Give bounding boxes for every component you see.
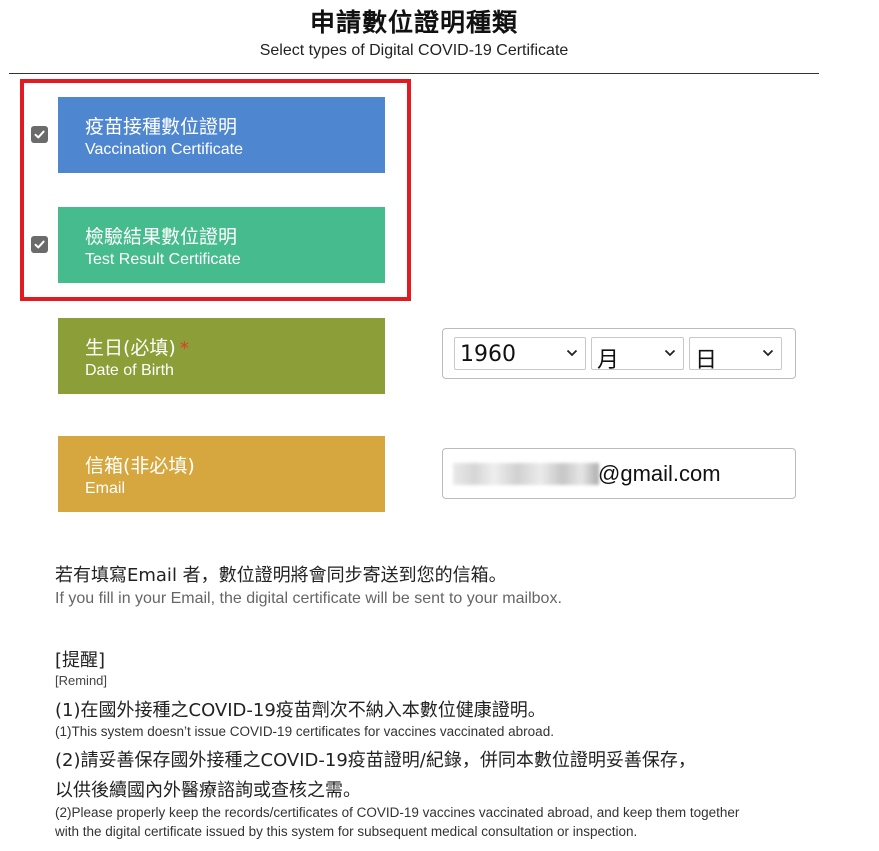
year-select[interactable]: 1960: [454, 337, 586, 370]
day-value: 日: [695, 348, 718, 373]
email-label-zh: 信箱(非必填): [85, 455, 195, 477]
checkmark-icon: [34, 130, 45, 139]
chevron-down-icon: [664, 349, 676, 357]
email-label-card: 信箱(非必填) Email: [58, 436, 385, 512]
remind-item-2-zh-line1: (2)請妥善保存國外接種之COVID-19疫苗證明/紀錄，併同本數位證明妥善保存…: [55, 750, 696, 771]
page-title: 申請數位證明種類: [309, 8, 518, 37]
month-select[interactable]: 月: [591, 337, 684, 373]
chevron-down-icon: [762, 349, 774, 357]
remind-item-2-en-line1: (2)Please properly keep the records/cert…: [55, 805, 740, 820]
vaccination-checkbox[interactable]: [31, 126, 48, 143]
dob-label-zh: 生日(必填): [85, 337, 176, 359]
checkmark-icon: [34, 240, 45, 249]
required-mark: *: [179, 338, 189, 359]
year-value: 1960: [460, 342, 516, 367]
email-input[interactable]: @gmail.com: [442, 448, 796, 499]
email-label-en: Email: [85, 480, 126, 497]
remind-item-1-zh: (1)在國外接種之COVID-19疫苗劑次不納入本數位健康證明。: [55, 700, 546, 721]
test-result-label-en: Test Result Certificate: [85, 251, 241, 268]
remind-item-2-en-line2: with the digital certificate issued by t…: [55, 824, 638, 839]
remind-item-2-zh-line2: 以供後續國內外醫療諮詢或查核之需。: [55, 780, 361, 801]
test-result-checkbox[interactable]: [31, 236, 48, 253]
dob-label-card: 生日(必填) * Date of Birth: [58, 318, 385, 394]
remind-heading-zh: [提醒]: [55, 650, 106, 671]
email-notice-en: If you fill in your Email, the digital c…: [55, 590, 562, 607]
dob-field-group: 1960 月 日: [442, 328, 796, 379]
test-result-label-zh: 檢驗結果數位證明: [85, 226, 238, 248]
dob-label-en: Date of Birth: [85, 362, 174, 379]
vaccination-certificate-card[interactable]: 疫苗接種數位證明 Vaccination Certificate: [58, 97, 385, 173]
month-value: 月: [597, 348, 620, 373]
remind-item-1-en: (1)This system doesn’t issue COVID-19 ce…: [55, 724, 554, 739]
test-result-certificate-card[interactable]: 檢驗結果數位證明 Test Result Certificate: [58, 207, 385, 283]
blurred-email-username: [453, 463, 599, 485]
vaccination-label-en: Vaccination Certificate: [85, 141, 243, 158]
day-select[interactable]: 日: [689, 337, 782, 373]
page-subtitle: Select types of Digital COVID-19 Certifi…: [259, 42, 569, 59]
header-divider: [9, 73, 819, 74]
chevron-down-icon: [566, 349, 578, 357]
vaccination-label-zh: 疫苗接種數位證明: [85, 116, 238, 138]
email-notice-zh: 若有填寫Email 者，數位證明將會同步寄送到您的信箱。: [55, 565, 507, 586]
email-domain-text: @gmail.com: [598, 461, 721, 486]
remind-heading-en: [Remind]: [55, 673, 108, 688]
